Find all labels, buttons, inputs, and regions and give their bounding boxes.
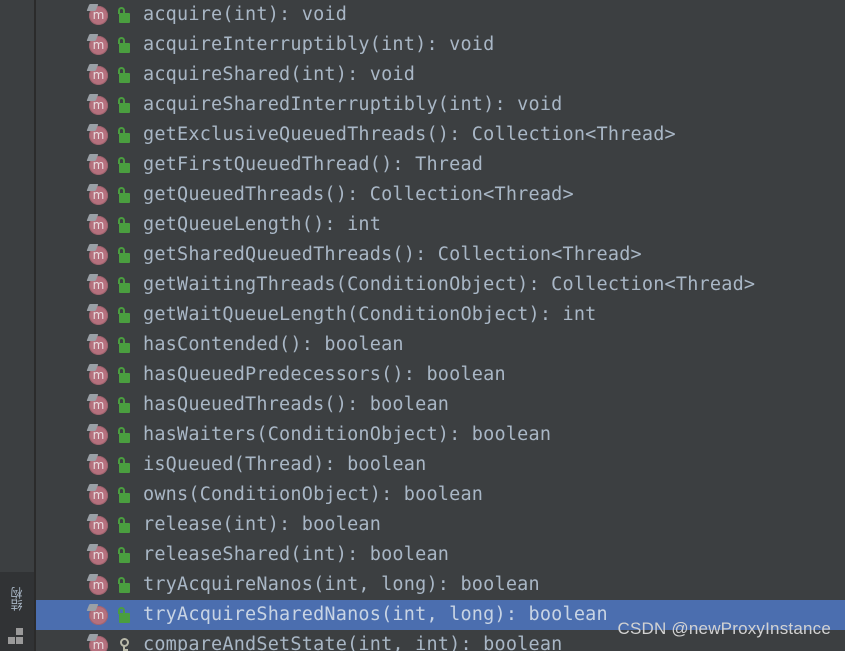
method-icon: m (86, 604, 110, 626)
method-icon: m (86, 94, 110, 116)
tree-row-label: acquireSharedInterruptibly(int): void (143, 94, 563, 115)
tree-row[interactable]: m getQueueLength(): int (36, 210, 845, 240)
method-icon: m (86, 124, 110, 146)
public-unlock-icon (116, 514, 134, 536)
method-icon: m (86, 154, 110, 176)
tree-row-label: getSharedQueuedThreads(): Collection<Thr… (143, 244, 642, 265)
tree-row-label: getQueueLength(): int (143, 214, 382, 235)
protected-key-icon (116, 634, 134, 651)
tree-row[interactable]: m getWaitQueueLength(ConditionObject): in… (36, 300, 845, 330)
tree-row[interactable]: m tryAcquireNanos(int, long): boolean (36, 570, 845, 600)
tree-row[interactable]: m isQueued(Thread): boolean (36, 450, 845, 480)
public-unlock-icon (116, 454, 134, 476)
tree-row-label: hasContended(): boolean (143, 334, 404, 355)
tree-row-label: getExclusiveQueuedThreads(): Collection<… (143, 124, 676, 145)
modules-icon[interactable] (8, 628, 27, 645)
method-icon: m (86, 574, 110, 596)
public-unlock-icon (116, 94, 134, 116)
tree-row[interactable]: m getFirstQueuedThread(): Thread (36, 150, 845, 180)
tree-row[interactable]: m getSharedQueuedThreads(): Collection<Th… (36, 240, 845, 270)
public-unlock-icon (116, 364, 134, 386)
public-unlock-icon (116, 484, 134, 506)
tree-row-label: tryAcquireSharedNanos(int, long): boolea… (143, 604, 608, 625)
public-unlock-icon (116, 34, 134, 56)
method-icon: m (86, 634, 110, 651)
method-icon: m (86, 244, 110, 266)
tree-row[interactable]: m owns(ConditionObject): boolean (36, 480, 845, 510)
tree-row[interactable]: m release(int): boolean (36, 510, 845, 540)
tree-row-label: hasQueuedPredecessors(): boolean (143, 364, 506, 385)
tree-row-label: getFirstQueuedThread(): Thread (143, 154, 484, 175)
tree-row[interactable]: m releaseShared(int): boolean (36, 540, 845, 570)
stripe-button-structure[interactable]: 结构 (0, 578, 34, 620)
method-icon: m (86, 64, 110, 86)
method-icon: m (86, 214, 110, 236)
method-icon: m (86, 364, 110, 386)
tree-row[interactable]: m tryAcquireSharedNanos(int, long): boole… (36, 600, 845, 630)
tree-row-label: getWaitingThreads(ConditionObject): Coll… (143, 274, 756, 295)
method-icon: m (86, 544, 110, 566)
public-unlock-icon (116, 424, 134, 446)
tree-row-label: compareAndSetState(int, int): boolean (143, 634, 563, 651)
tree-row[interactable]: m compareAndSetState(int, int): boolean (36, 630, 845, 651)
public-unlock-icon (116, 124, 134, 146)
public-unlock-icon (116, 274, 134, 296)
public-unlock-icon (116, 544, 134, 566)
method-icon: m (86, 184, 110, 206)
method-icon: m (86, 514, 110, 536)
method-icon: m (86, 424, 110, 446)
tree-row-label: hasQueuedThreads(): boolean (143, 394, 450, 415)
public-unlock-icon (116, 394, 134, 416)
tree-row[interactable]: m acquireSharedInterruptibly(int): void (36, 90, 845, 120)
tree-row-label: hasWaiters(ConditionObject): boolean (143, 424, 552, 445)
tree-row[interactable]: m acquireInterruptibly(int): void (36, 30, 845, 60)
tree-row-label: getQueuedThreads(): Collection<Thread> (143, 184, 574, 205)
method-icon: m (86, 454, 110, 476)
tree-row-label: tryAcquireNanos(int, long): boolean (143, 574, 540, 595)
public-unlock-icon (116, 184, 134, 206)
tool-window-stripe: 结构 (0, 0, 34, 651)
tree-row-label: acquire(int): void (143, 4, 348, 25)
public-unlock-icon (116, 604, 134, 626)
public-unlock-icon (116, 154, 134, 176)
tree-row[interactable]: m getExclusiveQueuedThreads(): Collection… (36, 120, 845, 150)
tree-row[interactable]: m acquireShared(int): void (36, 60, 845, 90)
tree-row-label: isQueued(Thread): boolean (143, 454, 427, 475)
tree-row[interactable]: m hasQueuedThreads(): boolean (36, 390, 845, 420)
method-icon: m (86, 274, 110, 296)
public-unlock-icon (116, 4, 134, 26)
method-icon: m (86, 334, 110, 356)
public-unlock-icon (116, 64, 134, 86)
structure-tree[interactable]: m acquire(int): void m acquireInterruptibly… (36, 0, 845, 651)
public-unlock-icon (116, 574, 134, 596)
tree-row-label: acquireShared(int): void (143, 64, 416, 85)
tree-row[interactable]: m getQueuedThreads(): Collection<Thread> (36, 180, 845, 210)
tree-row-label: owns(ConditionObject): boolean (143, 484, 484, 505)
tree-row-label: release(int): boolean (143, 514, 382, 535)
method-icon: m (86, 34, 110, 56)
tree-row[interactable]: m acquire(int): void (36, 0, 845, 30)
public-unlock-icon (116, 334, 134, 356)
stripe-button-structure-label: 结构 (10, 587, 24, 611)
tree-row-label: releaseShared(int): boolean (143, 544, 450, 565)
tree-row[interactable]: m hasQueuedPredecessors(): boolean (36, 360, 845, 390)
public-unlock-icon (116, 244, 134, 266)
tree-row[interactable]: m hasWaiters(ConditionObject): boolean (36, 420, 845, 450)
method-icon: m (86, 304, 110, 326)
public-unlock-icon (116, 304, 134, 326)
tree-row[interactable]: m getWaitingThreads(ConditionObject): Col… (36, 270, 845, 300)
method-icon: m (86, 4, 110, 26)
tree-row[interactable]: m hasContended(): boolean (36, 330, 845, 360)
tree-row-label: acquireInterruptibly(int): void (143, 34, 495, 55)
public-unlock-icon (116, 214, 134, 236)
method-icon: m (86, 394, 110, 416)
method-icon: m (86, 484, 110, 506)
tree-row-label: getWaitQueueLength(ConditionObject): int (143, 304, 597, 325)
